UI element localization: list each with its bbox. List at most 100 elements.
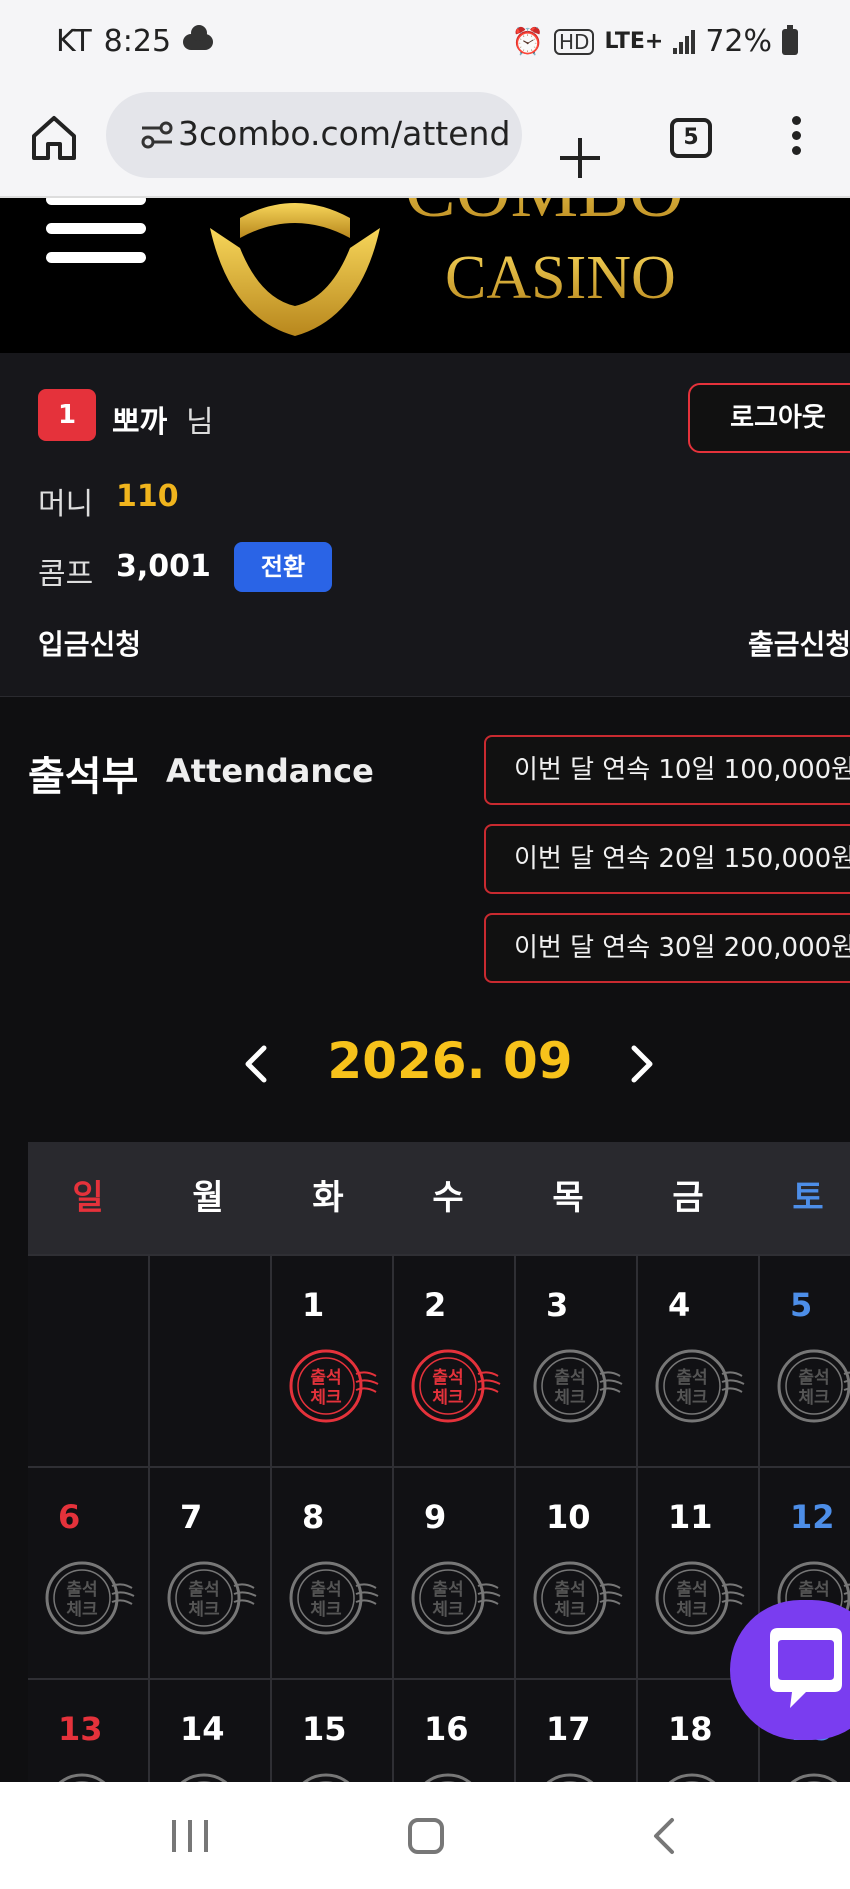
prev-month-icon[interactable] — [236, 1040, 276, 1088]
attendance-stamp-checked: 출석체크 — [289, 1349, 379, 1423]
day-number: 18 — [668, 1710, 713, 1748]
calendar-day-cell[interactable]: 7 출석 체크 — [150, 1468, 270, 1678]
system-nav-bar — [0, 1782, 850, 1889]
stamp-text-top: 출석 — [676, 1580, 707, 1600]
calendar-day-cell[interactable]: 9 출석 체크 — [394, 1468, 514, 1678]
day-number: 5 — [790, 1286, 813, 1324]
stamp-text-bottom: 체크 — [310, 1388, 342, 1408]
attendance-stamp-checked: 출석체크 — [411, 1349, 501, 1423]
stamp-text-bottom: 체크 — [432, 1600, 464, 1620]
stamp-text-top: 출석 — [676, 1368, 707, 1388]
next-month-icon[interactable] — [622, 1040, 662, 1088]
day-number: 1 — [302, 1286, 325, 1324]
comp-value: 3,001 — [116, 549, 211, 584]
user-panel: 1 뽀까 님 로그아웃 머니 110 콤프 3,001 전환 입금신청 출금신청 — [0, 353, 850, 697]
reward-20-days: 이번 달 연속 20일 150,000원 — [484, 824, 850, 894]
calendar-day-cell[interactable]: 5 출석 체크 — [760, 1256, 850, 1466]
calendar-day-cell[interactable]: 3 출석 체크 — [516, 1256, 636, 1466]
attendance-stamp: 출석체크 — [777, 1349, 850, 1423]
tab-switcher-button[interactable]: 5 — [670, 118, 712, 158]
battery-icon — [782, 24, 798, 55]
username: 뽀까 — [112, 405, 168, 440]
withdraw-request-link[interactable]: 출금신청 — [748, 623, 850, 663]
attendance-stamp: 출석체크 — [289, 1561, 379, 1635]
stamp-text-top: 출석 — [432, 1580, 463, 1600]
status-left: KT 8:25 — [56, 24, 214, 59]
day-number: 8 — [302, 1498, 325, 1536]
attendance-stamp: 출석체크 — [45, 1561, 135, 1635]
weekday-header: 일 월 화 수 목 금 토 — [28, 1142, 850, 1254]
carrier: KT — [56, 24, 92, 59]
stamp-text-bottom: 체크 — [554, 1600, 586, 1620]
calendar-day-cell[interactable]: 1 출석 체크 — [272, 1256, 392, 1466]
stamp-text-bottom: 체크 — [432, 1388, 464, 1408]
home-nav-icon[interactable] — [408, 1818, 444, 1854]
weekday-tue: 화 — [312, 1178, 344, 1218]
status-right: ⏰ HD LTE+ 72% — [512, 24, 798, 59]
hamburger-menu-icon[interactable] — [46, 198, 146, 264]
logo-text-bottom: CASINO — [445, 244, 676, 312]
stamp-text-top: 출석 — [66, 1580, 97, 1600]
stamp-text-bottom: 체크 — [798, 1388, 830, 1408]
url-text[interactable]: 3combo.com/attenda — [178, 114, 508, 153]
chat-bubble-icon — [770, 1628, 842, 1708]
stamp-text-bottom: 체크 — [310, 1600, 342, 1620]
day-number: 2 — [424, 1286, 447, 1324]
attendance-calendar: 일 월 화 수 목 금 토 1 출석 체크 2 출석 체크 3 출석 체크 4 출석 체크 5 출석 체크 6… — [28, 1142, 850, 1889]
calendar-day-cell[interactable]: 2 출석 체크 — [394, 1256, 514, 1466]
calendar-empty-cell — [28, 1256, 148, 1466]
weekday-sat: 토 — [792, 1178, 824, 1218]
reward-10-days: 이번 달 연속 10일 100,000원 — [484, 735, 850, 805]
casino-logo[interactable]: COMBO CASINO — [200, 198, 720, 348]
alarm-icon: ⏰ — [511, 26, 544, 57]
site-header: COMBO CASINO — [0, 198, 850, 353]
status-bar: KT 8:25 ⏰ HD LTE+ 72% — [0, 0, 850, 86]
calendar-day-cell[interactable]: 6 출석 체크 — [28, 1468, 148, 1678]
logout-button[interactable]: 로그아웃 — [688, 383, 850, 453]
stamp-text-top: 출석 — [798, 1580, 829, 1600]
site-settings-icon[interactable] — [140, 120, 174, 150]
attendance-stamp: 출석체크 — [411, 1561, 501, 1635]
stamp-text-top: 출석 — [798, 1368, 829, 1388]
back-icon[interactable] — [650, 1816, 680, 1856]
day-number: 12 — [790, 1498, 835, 1536]
weekday-sun: 일 — [72, 1178, 104, 1218]
hd-icon: HD — [554, 28, 595, 55]
attendance-stamp: 출석체크 — [655, 1349, 745, 1423]
logo-text-top: COMBO — [405, 198, 684, 233]
money-label: 머니 — [38, 487, 94, 522]
deposit-request-link[interactable]: 입금신청 — [38, 623, 141, 663]
live-chat-button[interactable] — [730, 1600, 850, 1740]
new-tab-button[interactable] — [558, 136, 602, 180]
more-menu-icon[interactable] — [788, 116, 804, 158]
month-title: 2026. 09 — [327, 1032, 573, 1090]
recents-icon[interactable] — [172, 1820, 208, 1852]
day-number: 4 — [668, 1286, 691, 1324]
lte-icon: LTE+ — [604, 29, 664, 54]
stamp-text-bottom: 체크 — [676, 1388, 708, 1408]
attendance-subtitle: Attendance — [166, 752, 374, 790]
stamp-text-bottom: 체크 — [676, 1600, 708, 1620]
day-number: 14 — [180, 1710, 225, 1748]
day-number: 6 — [58, 1498, 81, 1536]
calendar-day-cell[interactable]: 10 출석 체크 — [516, 1468, 636, 1678]
convert-button[interactable]: 전환 — [234, 542, 332, 592]
weekday-wed: 수 — [432, 1178, 464, 1218]
attendance-stamp: 출석체크 — [533, 1349, 623, 1423]
battery-percent: 72% — [705, 24, 772, 59]
stamp-text-top: 출석 — [310, 1580, 341, 1600]
attendance-stamp: 출석체크 — [167, 1561, 257, 1635]
money-value: 110 — [116, 479, 179, 514]
weekday-thu: 목 — [552, 1178, 584, 1218]
stamp-text-top: 출석 — [432, 1368, 463, 1388]
calendar-day-cell[interactable]: 8 출석 체크 — [272, 1468, 392, 1678]
day-number: 9 — [424, 1498, 447, 1536]
home-icon[interactable] — [28, 112, 80, 164]
weekday-mon: 월 — [192, 1178, 224, 1218]
reward-30-days: 이번 달 연속 30일 200,000원 — [484, 913, 850, 983]
address-bar[interactable]: 3combo.com/attenda — [106, 92, 522, 178]
calendar-day-cell[interactable]: 4 출석 체크 — [638, 1256, 758, 1466]
clock: 8:25 — [103, 24, 172, 59]
attendance-stamp: 출석체크 — [533, 1561, 623, 1635]
comp-label: 콤프 — [38, 557, 94, 592]
